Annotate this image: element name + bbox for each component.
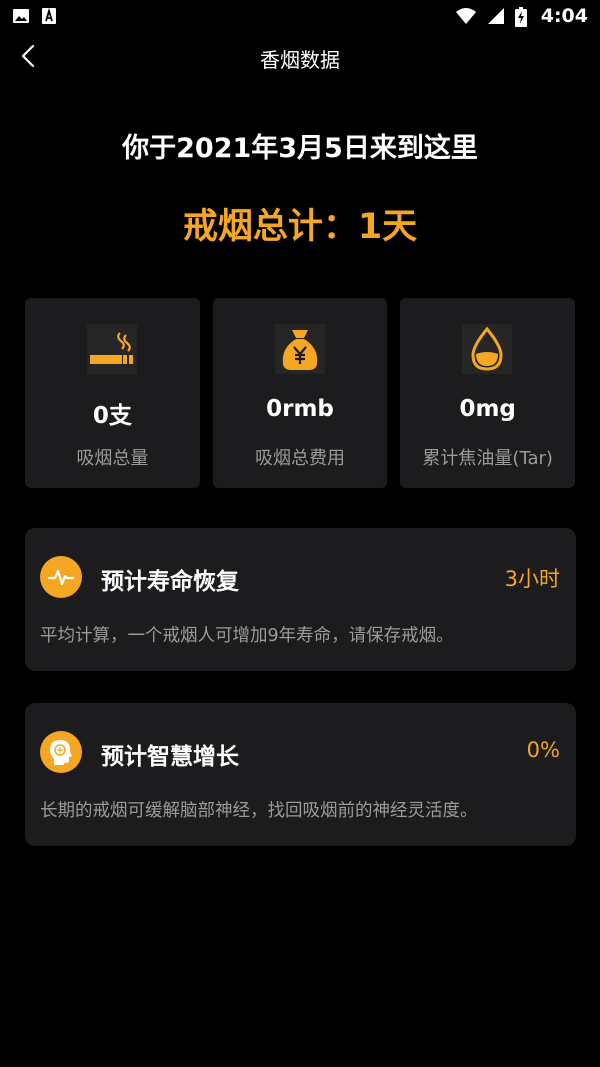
stat-card-cigarettes: 0支 吸烟总量	[25, 298, 200, 488]
card-title: 预计寿命恢复	[101, 569, 239, 595]
stat-value: 0mg	[459, 396, 516, 422]
status-time: 4:04	[540, 5, 588, 27]
arrival-date-text: 你于2021年3月5日来到这里	[122, 133, 478, 164]
stat-card-cost: 0rmb 吸烟总费用	[212, 298, 388, 488]
card-value: 0%	[526, 738, 560, 762]
life-recovery-card: 预计寿命恢复 3小时 平均计算，一个戒烟人可增加9年寿命，请保存戒烟。	[25, 528, 576, 671]
card-description: 长期的戒烟可缓解脑部神经，找回吸烟前的神经灵活度。	[40, 801, 478, 821]
chevron-left-icon	[20, 44, 36, 72]
stats-row: 0支 吸烟总量 0rmb 吸烟总费用 0mg 累计焦油量(Tar)	[25, 298, 576, 488]
stat-label: 吸烟总费用	[255, 448, 345, 469]
quit-total-text: 戒烟总计：1天	[182, 207, 418, 247]
signal-icon	[487, 7, 505, 25]
stat-label: 吸烟总量	[76, 448, 149, 469]
wisdom-growth-card: 预计智慧增长 0% 长期的戒烟可缓解脑部神经，找回吸烟前的神经灵活度。	[25, 703, 576, 846]
page-title: 香烟数据	[260, 47, 340, 72]
battery-charging-icon	[514, 7, 527, 27]
brain-head-icon	[40, 731, 82, 773]
card-title: 预计智慧增长	[101, 744, 239, 770]
font-download-icon	[40, 7, 58, 25]
heartbeat-icon	[40, 556, 82, 598]
wifi-icon	[455, 7, 477, 25]
stat-label: 累计焦油量(Tar)	[422, 448, 553, 469]
card-value: 3小时	[504, 567, 560, 591]
status-right: 4:04	[455, 5, 588, 27]
stat-card-tar: 0mg 累计焦油量(Tar)	[400, 298, 576, 488]
stat-value: 0支	[92, 403, 132, 429]
stat-value: 0rmb	[266, 396, 334, 422]
back-button[interactable]	[10, 40, 46, 76]
status-bar: 4:04	[0, 0, 600, 32]
app-bar: 香烟数据	[0, 32, 600, 84]
money-bag-icon	[274, 324, 325, 374]
oil-drop-icon	[462, 324, 513, 374]
status-left	[12, 7, 58, 25]
cigarette-icon	[87, 324, 137, 374]
card-description: 平均计算，一个戒烟人可增加9年寿命，请保存戒烟。	[40, 626, 454, 646]
image-icon	[12, 7, 30, 25]
